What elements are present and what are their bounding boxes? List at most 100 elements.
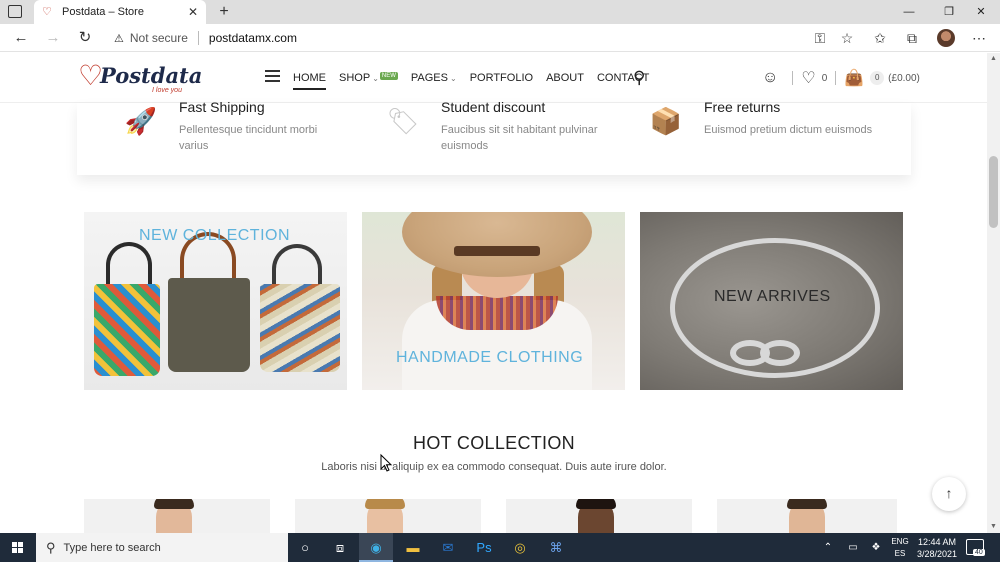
scrollbar-thumb[interactable] bbox=[989, 156, 998, 228]
nav-item-portfolio[interactable]: PORTFOLIO bbox=[470, 53, 533, 103]
security-label[interactable]: Not secure bbox=[130, 31, 188, 45]
product-card[interactable] bbox=[84, 499, 270, 533]
scroll-down-arrow-icon[interactable]: ▼ bbox=[987, 521, 1000, 533]
banner-handmade-clothing[interactable]: HANDMADE CLOTHING bbox=[362, 212, 625, 390]
clock-time: 12:44 AM bbox=[917, 537, 957, 547]
taskbar-search-placeholder: Type here to search bbox=[63, 541, 161, 554]
photoshop-icon[interactable]: Ps bbox=[467, 533, 501, 562]
input-language[interactable]: ENG ES bbox=[889, 536, 911, 560]
nav-item-about[interactable]: ABOUT bbox=[546, 53, 584, 103]
banner-new-arrives[interactable]: NEW ARRIVES bbox=[640, 212, 903, 390]
nav-label: PAGES bbox=[410, 72, 448, 84]
cart-count: 0 bbox=[870, 71, 885, 85]
site-favicon-icon: ♡ bbox=[42, 6, 52, 18]
tray-chevron-up-icon[interactable]: ⌃ bbox=[820, 533, 836, 562]
windows-taskbar: ⚲ Type here to search ○ ⧈ ◉ ▬ ✉ Ps ◎ ⌘ ⌃… bbox=[0, 533, 1000, 562]
floral-bag-image bbox=[260, 284, 340, 372]
wishlist-heart-icon[interactable]: ♡ bbox=[801, 68, 815, 88]
product-card[interactable] bbox=[295, 499, 481, 533]
mouse-cursor-icon bbox=[380, 453, 393, 472]
nav-item-home[interactable]: HOME bbox=[293, 53, 326, 103]
model-hair bbox=[576, 499, 616, 509]
key-icon[interactable]: ⚿ bbox=[809, 28, 831, 48]
new-badge: NEW bbox=[379, 72, 398, 80]
close-window-button[interactable]: ✕ bbox=[958, 0, 1000, 24]
address-bar[interactable]: ⚠ Not secure postdatamx.com bbox=[106, 27, 858, 49]
header-divider bbox=[835, 71, 837, 85]
search-icon[interactable]: ⚲ bbox=[633, 68, 645, 88]
sale-tag-icon: 🏷 bbox=[386, 106, 420, 136]
chrome-icon[interactable]: ◎ bbox=[503, 533, 537, 562]
account-area: ☺ ♡ 0 👜 0 (£0.00) bbox=[762, 53, 920, 103]
embroidery-image bbox=[436, 296, 558, 330]
features-bar: 🚀 Fast Shipping Pellentesque tincidunt m… bbox=[77, 99, 911, 175]
outlook-icon[interactable]: ✉ bbox=[431, 533, 465, 562]
file-explorer-icon[interactable]: ▬ bbox=[396, 533, 430, 562]
browser-tab[interactable]: ♡ Postdata – Store ✕ bbox=[34, 0, 206, 24]
clock-date: 3/28/2021 bbox=[916, 549, 958, 559]
profile-avatar[interactable] bbox=[937, 29, 955, 47]
hamburger-menu-icon[interactable] bbox=[265, 70, 280, 82]
logo-tagline: I love you bbox=[152, 87, 182, 94]
nav-label: PORTFOLIO bbox=[469, 72, 534, 84]
new-tab-button[interactable]: + bbox=[214, 2, 234, 22]
back-arrow-icon[interactable]: ← bbox=[10, 28, 32, 48]
banner-label: NEW COLLECTION bbox=[139, 227, 291, 244]
more-options-icon[interactable]: ⋯ bbox=[968, 28, 990, 48]
nav-item-pages[interactable]: PAGES ⌄ bbox=[411, 53, 457, 103]
tab-close-icon[interactable]: ✕ bbox=[188, 5, 198, 19]
windows-logo-icon bbox=[12, 542, 23, 553]
feature-description: Faucibus sit sit habitant pulvinar euism… bbox=[441, 124, 598, 152]
section-subtitle: Laboris nisi ut aliquip ex ea commodo co… bbox=[321, 461, 667, 473]
banner-label: NEW ARRIVES bbox=[714, 288, 831, 305]
tab-actions-icon[interactable] bbox=[8, 5, 22, 18]
olive-bag-image bbox=[168, 278, 250, 372]
wishlist-count: 0 bbox=[821, 72, 828, 84]
dropbox-icon[interactable]: ❖ bbox=[868, 533, 884, 562]
task-view-icon[interactable]: ⧈ bbox=[323, 533, 357, 562]
user-account-icon[interactable]: ☺ bbox=[762, 69, 778, 87]
add-favorite-star-icon[interactable]: ☆ bbox=[836, 28, 858, 48]
forward-arrow-icon[interactable]: → bbox=[42, 28, 64, 48]
product-card[interactable] bbox=[506, 499, 692, 533]
address-divider bbox=[197, 31, 199, 45]
product-card[interactable] bbox=[717, 499, 897, 533]
feature-title: Free returns bbox=[704, 99, 781, 115]
address-toolbar: ← → ↻ ⚠ Not secure postdatamx.com ⚿ ☆ ✩ … bbox=[0, 24, 1000, 52]
collections-icon[interactable]: ⧉ bbox=[901, 28, 923, 48]
page-scrollbar[interactable]: ▲ ▼ bbox=[987, 53, 1000, 533]
site-header: ♡ Postdata I love you HOME SHOP ⌄ NEW PAGE… bbox=[0, 53, 1000, 103]
favorites-icon[interactable]: ✩ bbox=[869, 28, 891, 48]
feature-title: Student discount bbox=[441, 99, 546, 115]
logo-wordmark: Postdata bbox=[100, 63, 203, 88]
model-hair bbox=[154, 499, 194, 509]
hat-image bbox=[402, 212, 592, 277]
url-text[interactable]: postdatamx.com bbox=[209, 31, 297, 45]
nav-item-shop[interactable]: SHOP ⌄ NEW bbox=[339, 53, 398, 103]
section-title: HOT COLLECTION bbox=[413, 433, 575, 453]
system-clock[interactable]: 12:44 AM 3/28/2021 bbox=[912, 536, 962, 560]
chevron-down-icon: ⌄ bbox=[372, 73, 379, 83]
banner-new-collection[interactable]: NEW COLLECTION bbox=[84, 212, 347, 390]
model-hair bbox=[787, 499, 827, 509]
network-icon[interactable]: ▭ bbox=[845, 533, 861, 562]
nav-label: HOME bbox=[293, 72, 326, 84]
lang-primary: ENG bbox=[891, 537, 909, 546]
start-button[interactable] bbox=[0, 533, 34, 562]
nav-label: ABOUT bbox=[546, 72, 584, 84]
site-logo[interactable]: ♡ Postdata I love you bbox=[78, 59, 202, 97]
cart-total[interactable]: (£0.00) bbox=[888, 73, 920, 84]
scroll-up-arrow-icon[interactable]: ▲ bbox=[987, 53, 1000, 65]
cortana-icon[interactable]: ○ bbox=[288, 533, 322, 562]
banner-label: HANDMADE CLOTHING bbox=[396, 349, 584, 366]
taskbar-search-box[interactable]: ⚲ Type here to search bbox=[36, 533, 288, 562]
tab-title: Postdata – Store bbox=[62, 6, 144, 18]
rocket-icon: 🚀 bbox=[124, 106, 158, 136]
feature-description: Euismod pretium dictum euismods bbox=[704, 124, 873, 136]
scroll-to-top-button[interactable]: ↑ bbox=[932, 477, 966, 511]
game-controller-icon[interactable]: ⌘ bbox=[539, 533, 573, 562]
reload-icon[interactable]: ↻ bbox=[74, 28, 96, 48]
edge-browser-icon[interactable]: ◉ bbox=[359, 533, 393, 562]
shopping-bag-icon[interactable]: 👜 bbox=[844, 68, 864, 88]
warning-triangle-icon[interactable]: ⚠ bbox=[114, 32, 124, 45]
